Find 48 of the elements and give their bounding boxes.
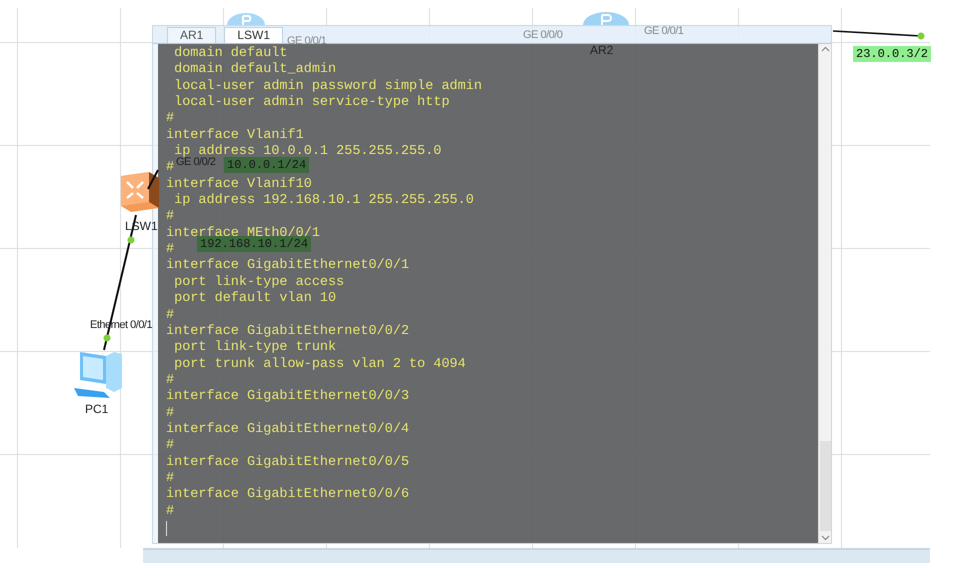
terminal-line: port default vlan 10 [173, 291, 336, 308]
terminal-line: interface GigabitEthernet0/0/1 [166, 258, 410, 275]
terminal-line: interface Vlanif10 [166, 176, 312, 193]
terminal-line: port link-type access [173, 274, 344, 291]
terminal-line: # [166, 160, 174, 177]
terminal-line: ip address 192.168.10.1 255.255.255.0 [174, 193, 474, 210]
terminal-line: local-user admin service-type http [174, 95, 450, 112]
terminal-line: port trunk allow-pass vlan 2 to 4094 [173, 356, 466, 373]
port-dot[interactable] [128, 236, 134, 244]
port-label: GE 0/0/2 [176, 156, 216, 169]
terminal-line: interface GigabitEthernet0/0/2 [166, 324, 410, 340]
ip-address-label: 192.168.10.1/24 [197, 236, 312, 252]
terminal-line: # [166, 242, 174, 258]
device-label: PC1 [85, 402, 108, 416]
terminal-line: interface GigabitEthernet0/0/3 [166, 389, 410, 406]
device-tab[interactable]: AR1 [167, 27, 216, 43]
network-link[interactable] [147, 170, 159, 190]
device-tab[interactable]: LSW1 [224, 27, 284, 43]
terminal-line: # [166, 209, 174, 226]
device-label: AR2 [590, 43, 614, 57]
port-dot[interactable] [918, 32, 924, 40]
terminal-line: # [166, 308, 174, 324]
terminal-line: # [166, 372, 174, 389]
terminal-line: # [166, 504, 174, 520]
port-label: GE 0/0/1 [644, 24, 684, 38]
text-cursor [166, 520, 167, 536]
terminal-line: # [166, 438, 174, 455]
port-label: GE 0/0/1 [287, 34, 326, 48]
terminal-line: interface GigabitEthernet0/0/4 [166, 422, 410, 438]
terminal-line: local-user admin password simple admin [173, 78, 482, 95]
terminal-line: interface GigabitEthernet0/0/5 [166, 454, 410, 471]
terminal-line: # [166, 406, 174, 422]
port-dot[interactable] [104, 334, 110, 342]
ip-address-label: 10.0.0.1/24 [224, 157, 310, 173]
terminal-line: domain default [173, 46, 288, 62]
port-label: GE 0/0/0 [523, 28, 562, 42]
scrollbar-thumb[interactable] [820, 441, 830, 531]
scrollbar[interactable] [818, 44, 831, 543]
terminal-line: interface GigabitEthernet0/0/6 [166, 487, 410, 504]
chevron-up-icon[interactable] [820, 46, 830, 52]
terminal-line: domain default_admin [173, 62, 336, 79]
terminal-line: port link-type trunk [173, 340, 336, 357]
chevron-down-icon[interactable] [820, 535, 830, 541]
terminal-line: interface Vlanif1 [166, 128, 304, 144]
ip-address-label: 23.0.0.3/2 [853, 46, 932, 62]
terminal-line: # [166, 470, 174, 487]
terminal-line: # [166, 111, 174, 128]
router-icon[interactable] [582, 9, 630, 25]
